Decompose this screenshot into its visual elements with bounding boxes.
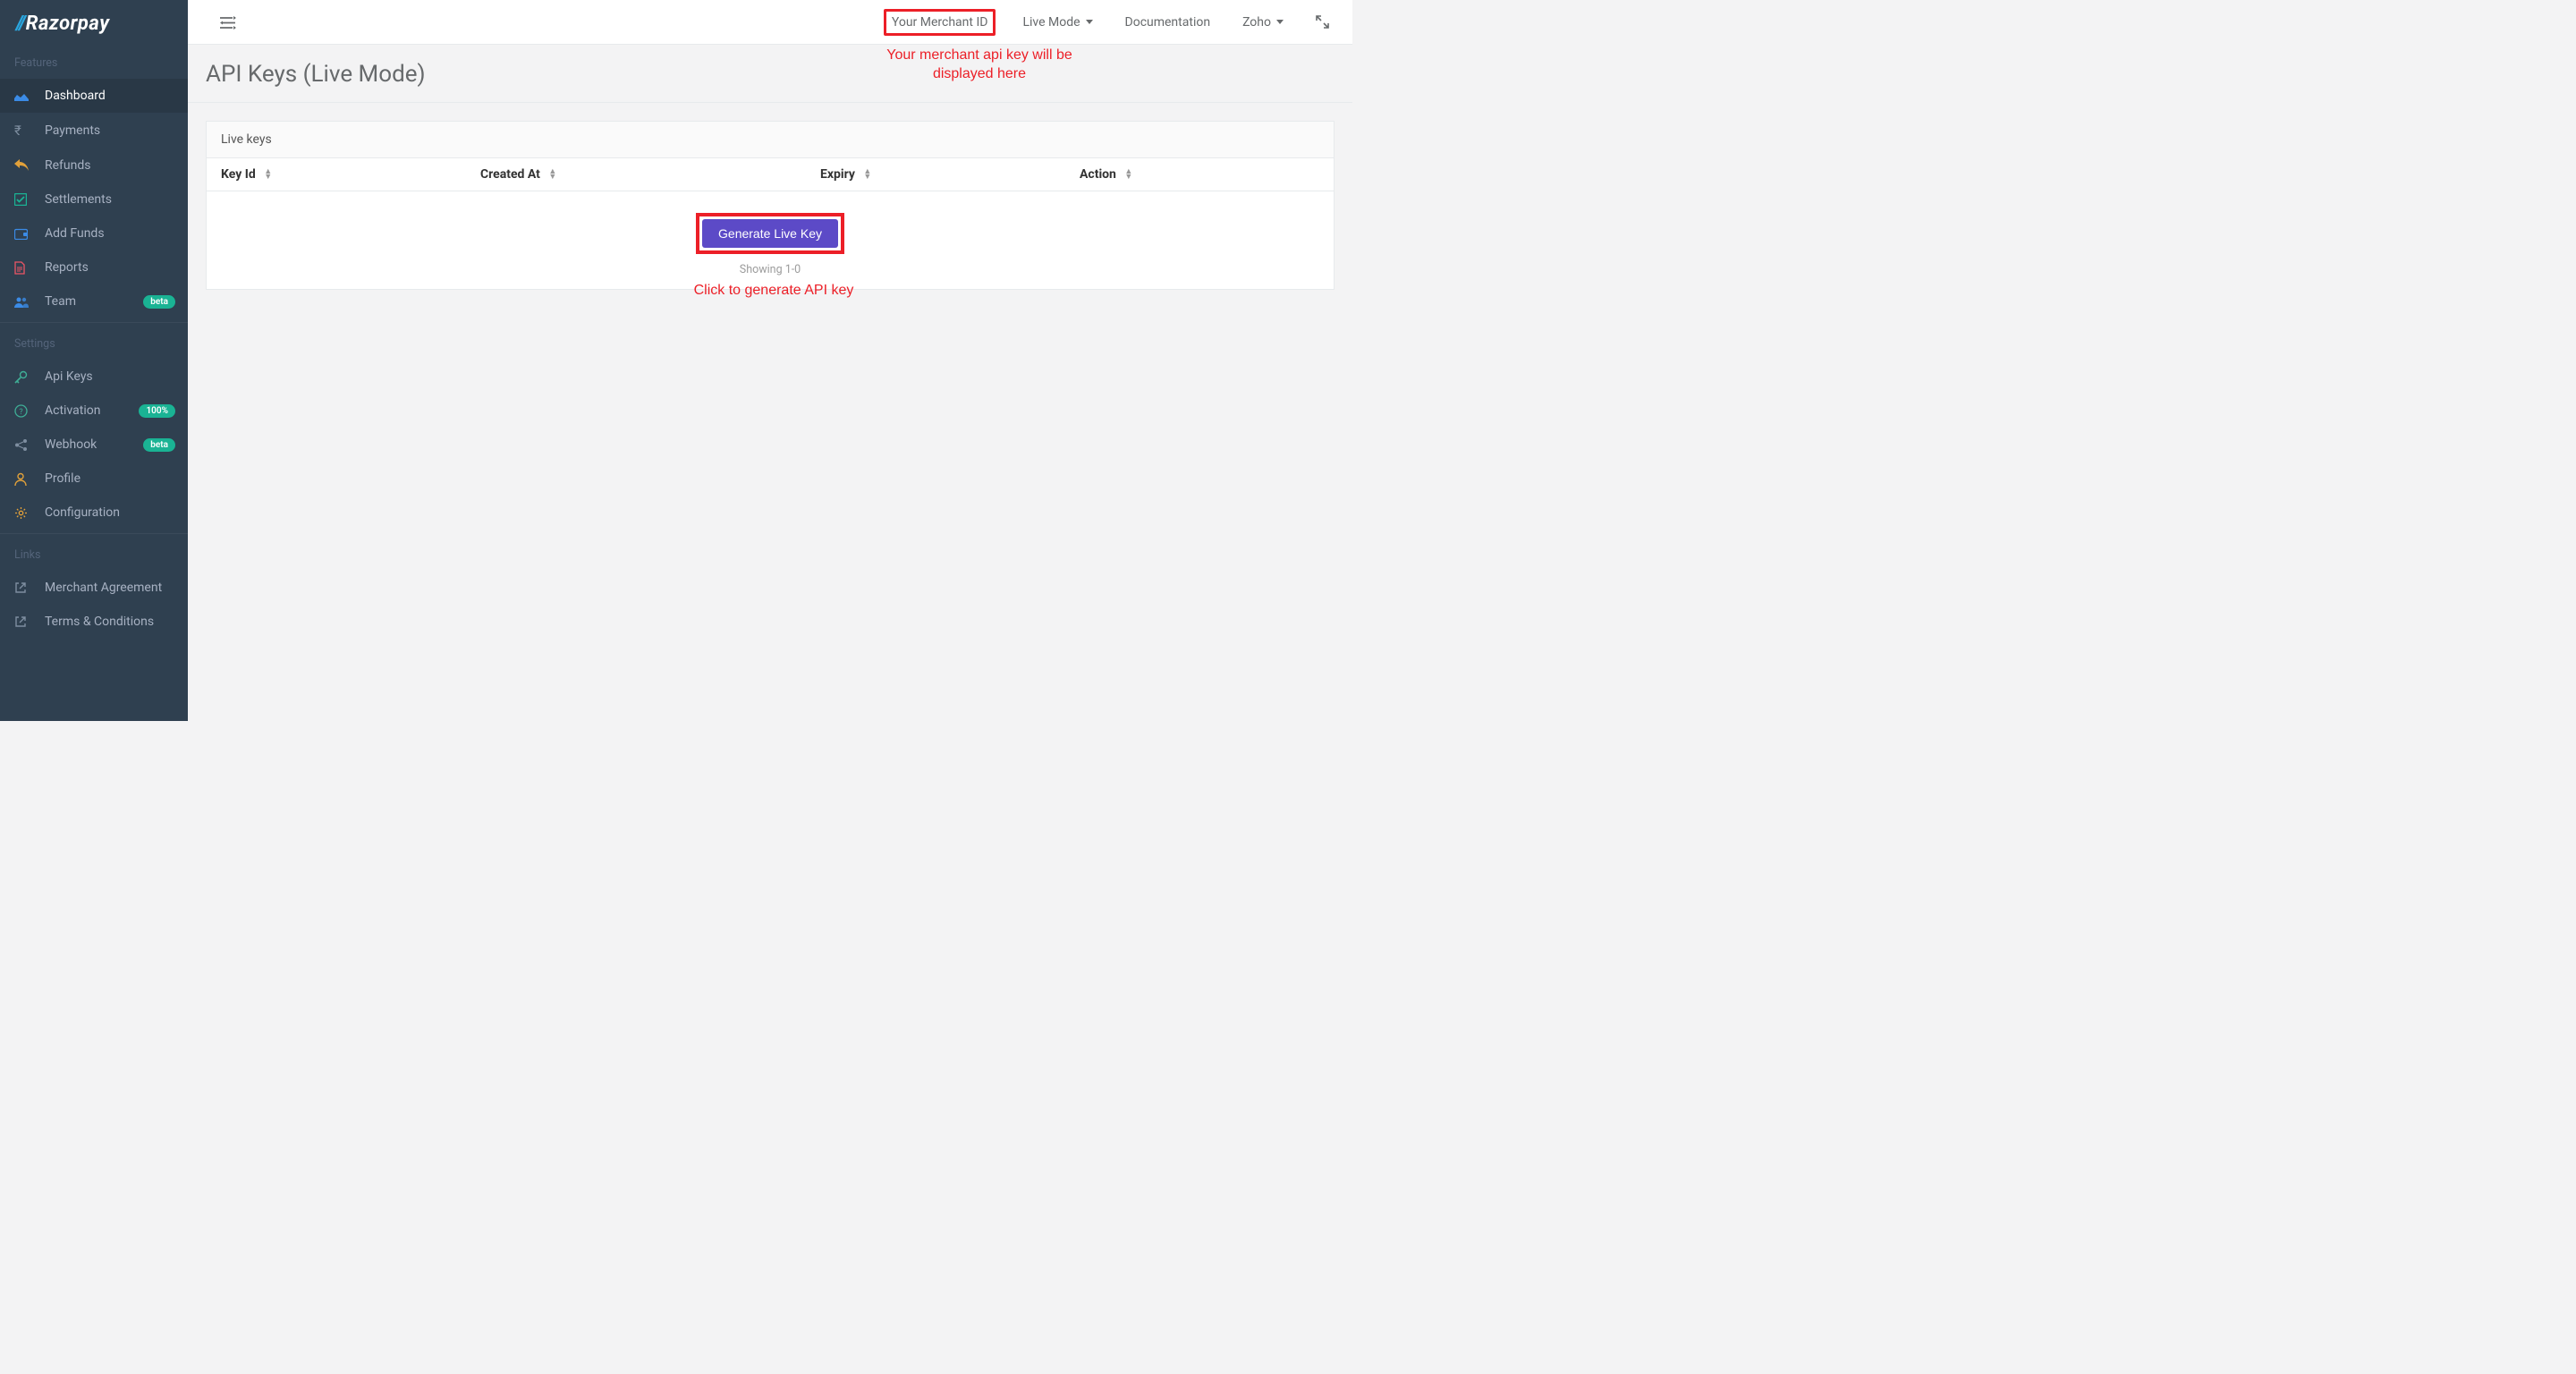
sidebar-item-label: Reports	[45, 260, 89, 275]
sidebar-item-add-funds[interactable]: Add Funds	[0, 216, 188, 250]
mode-label: Live Mode	[1022, 15, 1080, 30]
key-icon	[14, 370, 36, 384]
table-header-row: Key Id ▲▼ Created At ▲▼ Expiry ▲▼ Action…	[207, 158, 1334, 191]
question-circle-icon: ?	[14, 404, 36, 418]
sidebar-item-webhook[interactable]: Webhook beta	[0, 428, 188, 462]
sidebar-item-label: Refunds	[45, 158, 91, 173]
divider	[0, 533, 188, 534]
external-link-icon	[14, 581, 36, 594]
chart-area-icon	[14, 90, 36, 101]
sidebar-section-features: Features	[0, 44, 188, 79]
sidebar-item-merchant-agreement[interactable]: Merchant Agreement	[0, 571, 188, 605]
beta-badge: beta	[143, 438, 175, 452]
sort-icon: ▲▼	[548, 169, 556, 180]
wallet-icon	[14, 228, 36, 240]
account-dropdown[interactable]: Zoho	[1237, 12, 1289, 33]
sidebar-item-label: Terms & Conditions	[45, 615, 154, 629]
sidebar-item-profile[interactable]: Profile	[0, 462, 188, 496]
panel-title: Live keys	[207, 122, 1334, 158]
sidebar-toggle-icon[interactable]	[220, 13, 236, 30]
column-key-id[interactable]: Key Id ▲▼	[221, 167, 480, 182]
generate-live-key-button[interactable]: Generate Live Key	[702, 219, 838, 248]
mode-dropdown[interactable]: Live Mode	[1017, 12, 1097, 33]
generate-button-highlight: Generate Live Key	[696, 213, 844, 254]
sidebar-item-label: Team	[45, 294, 76, 309]
column-label: Action	[1080, 167, 1116, 182]
column-label: Expiry	[820, 167, 855, 182]
fullscreen-icon[interactable]	[1310, 12, 1335, 32]
topbar: Your Merchant ID Live Mode Documentation…	[188, 0, 1352, 45]
sidebar-item-settlements[interactable]: Settlements	[0, 182, 188, 216]
pagination-status: Showing 1-0	[207, 263, 1334, 276]
logo-slash-icon: //	[16, 13, 24, 35]
sidebar-item-label: Api Keys	[45, 369, 93, 384]
merchant-id-link[interactable]: Your Merchant ID	[884, 9, 996, 36]
sidebar-item-label: Settlements	[45, 192, 112, 207]
gear-icon	[14, 506, 36, 520]
column-created-at[interactable]: Created At ▲▼	[480, 167, 820, 182]
content: Live keys Key Id ▲▼ Created At ▲▼ Expiry…	[188, 103, 1352, 308]
sort-icon: ▲▼	[1124, 169, 1132, 180]
external-link-icon	[14, 615, 36, 628]
main: Your Merchant ID Live Mode Documentation…	[188, 0, 1352, 721]
column-action[interactable]: Action ▲▼	[1080, 167, 1319, 182]
sidebar-item-reports[interactable]: Reports	[0, 250, 188, 284]
sidebar-item-payments[interactable]: ₹ Payments	[0, 113, 188, 148]
sidebar-item-label: Payments	[45, 123, 100, 138]
share-icon	[14, 438, 36, 452]
beta-badge: beta	[143, 295, 175, 309]
sidebar-item-dashboard[interactable]: Dashboard	[0, 79, 188, 113]
documentation-link[interactable]: Documentation	[1120, 12, 1216, 33]
caret-down-icon	[1276, 20, 1284, 24]
user-icon	[14, 472, 36, 486]
sidebar-item-refunds[interactable]: Refunds	[0, 148, 188, 182]
page-title: API Keys (Live Mode)	[206, 61, 1335, 88]
svg-text:?: ?	[19, 408, 22, 417]
sidebar-item-label: Configuration	[45, 505, 120, 520]
sidebar-item-team[interactable]: Team beta	[0, 284, 188, 318]
sidebar-item-label: Profile	[45, 471, 80, 486]
sidebar-section-settings: Settings	[0, 325, 188, 360]
progress-badge: 100%	[139, 404, 175, 418]
panel-body: Generate Live Key Showing 1-0	[207, 191, 1334, 289]
divider	[0, 322, 188, 323]
sidebar-item-label: Webhook	[45, 437, 97, 452]
column-label: Key Id	[221, 167, 256, 182]
sidebar-item-label: Add Funds	[45, 226, 105, 241]
sidebar-item-label: Dashboard	[45, 89, 106, 103]
page-heading: API Keys (Live Mode)	[188, 45, 1352, 103]
logo-text: Razorpay	[26, 13, 110, 35]
sidebar-item-label: Merchant Agreement	[45, 581, 162, 595]
reply-icon	[14, 159, 36, 172]
account-label: Zoho	[1242, 15, 1271, 30]
sidebar-item-configuration[interactable]: Configuration	[0, 496, 188, 530]
check-square-icon	[14, 193, 36, 206]
rupee-icon: ₹	[14, 123, 36, 139]
live-keys-panel: Live keys Key Id ▲▼ Created At ▲▼ Expiry…	[206, 121, 1335, 290]
column-label: Created At	[480, 167, 540, 182]
sidebar: // Razorpay Features Dashboard ₹ Payment…	[0, 0, 188, 721]
sort-icon: ▲▼	[264, 169, 272, 180]
sort-icon: ▲▼	[863, 169, 871, 180]
sidebar-item-terms[interactable]: Terms & Conditions	[0, 605, 188, 639]
caret-down-icon	[1086, 20, 1093, 24]
sidebar-section-links: Links	[0, 536, 188, 571]
sidebar-item-activation[interactable]: ? Activation 100%	[0, 394, 188, 428]
sidebar-item-api-keys[interactable]: Api Keys	[0, 360, 188, 394]
sidebar-item-label: Activation	[45, 403, 100, 418]
column-expiry[interactable]: Expiry ▲▼	[820, 167, 1080, 182]
file-icon	[14, 261, 36, 275]
users-icon	[14, 296, 36, 308]
brand-logo[interactable]: // Razorpay	[0, 0, 188, 44]
